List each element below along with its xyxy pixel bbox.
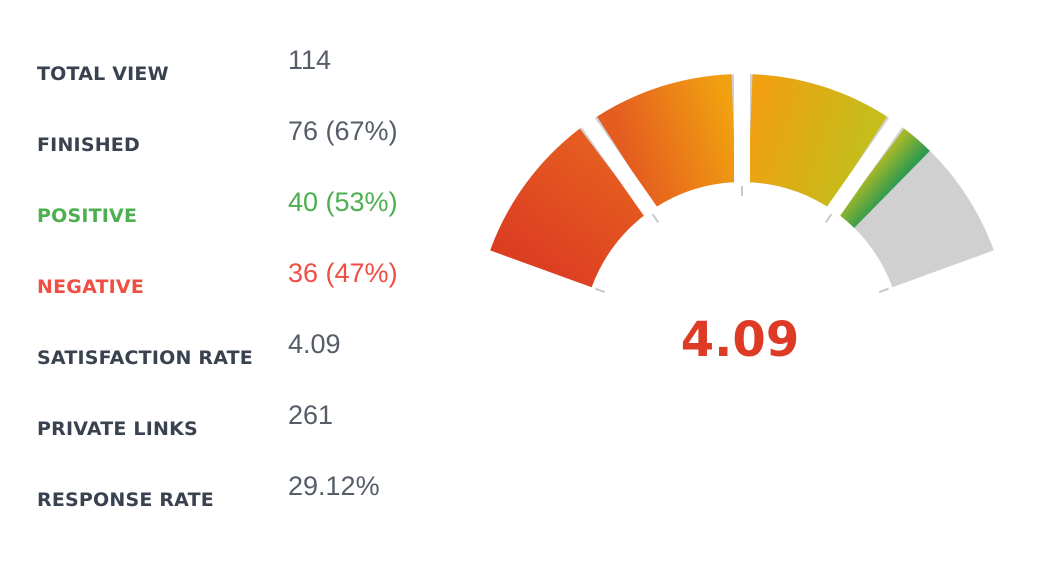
gauge-tick [651, 213, 660, 223]
stat-label: PRIVATE LINKS [37, 418, 198, 440]
stat-row-private-links: PRIVATE LINKS 261 [37, 400, 457, 440]
gauge-tick [595, 287, 606, 294]
stat-label: NEGATIVE [37, 276, 145, 298]
gauge-tick [878, 287, 889, 294]
stat-value: 29.12% [288, 471, 380, 501]
gauge-value: 4.09 [680, 312, 800, 368]
stat-label: RESPONSE RATE [37, 489, 214, 511]
stat-row-response-rate: RESPONSE RATE 29.12% [37, 471, 457, 511]
stat-value: 36 (47%) [288, 258, 398, 288]
stat-label: TOTAL VIEW [37, 63, 169, 85]
stat-label: POSITIVE [37, 205, 138, 227]
satisfaction-gauge [490, 68, 994, 294]
stat-value: 76 (67%) [288, 116, 398, 146]
stat-label: FINISHED [37, 134, 140, 156]
stat-value: 4.09 [288, 329, 341, 359]
stat-value: 261 [288, 400, 334, 430]
stat-value: 114 [288, 45, 332, 75]
stat-row-positive: POSITIVE 40 (53%) [37, 187, 457, 227]
stat-row-finished: FINISHED 76 (67%) [37, 116, 457, 156]
gauge-tick [824, 213, 833, 223]
stat-label: SATISFACTION RATE [37, 347, 253, 369]
stat-row-negative: NEGATIVE 36 (47%) [37, 258, 457, 298]
stat-value: 40 (53%) [288, 187, 398, 217]
stat-row-total-view: TOTAL VIEW 114 [37, 45, 457, 85]
stat-row-satisfaction-rate: SATISFACTION RATE 4.09 [37, 329, 457, 369]
